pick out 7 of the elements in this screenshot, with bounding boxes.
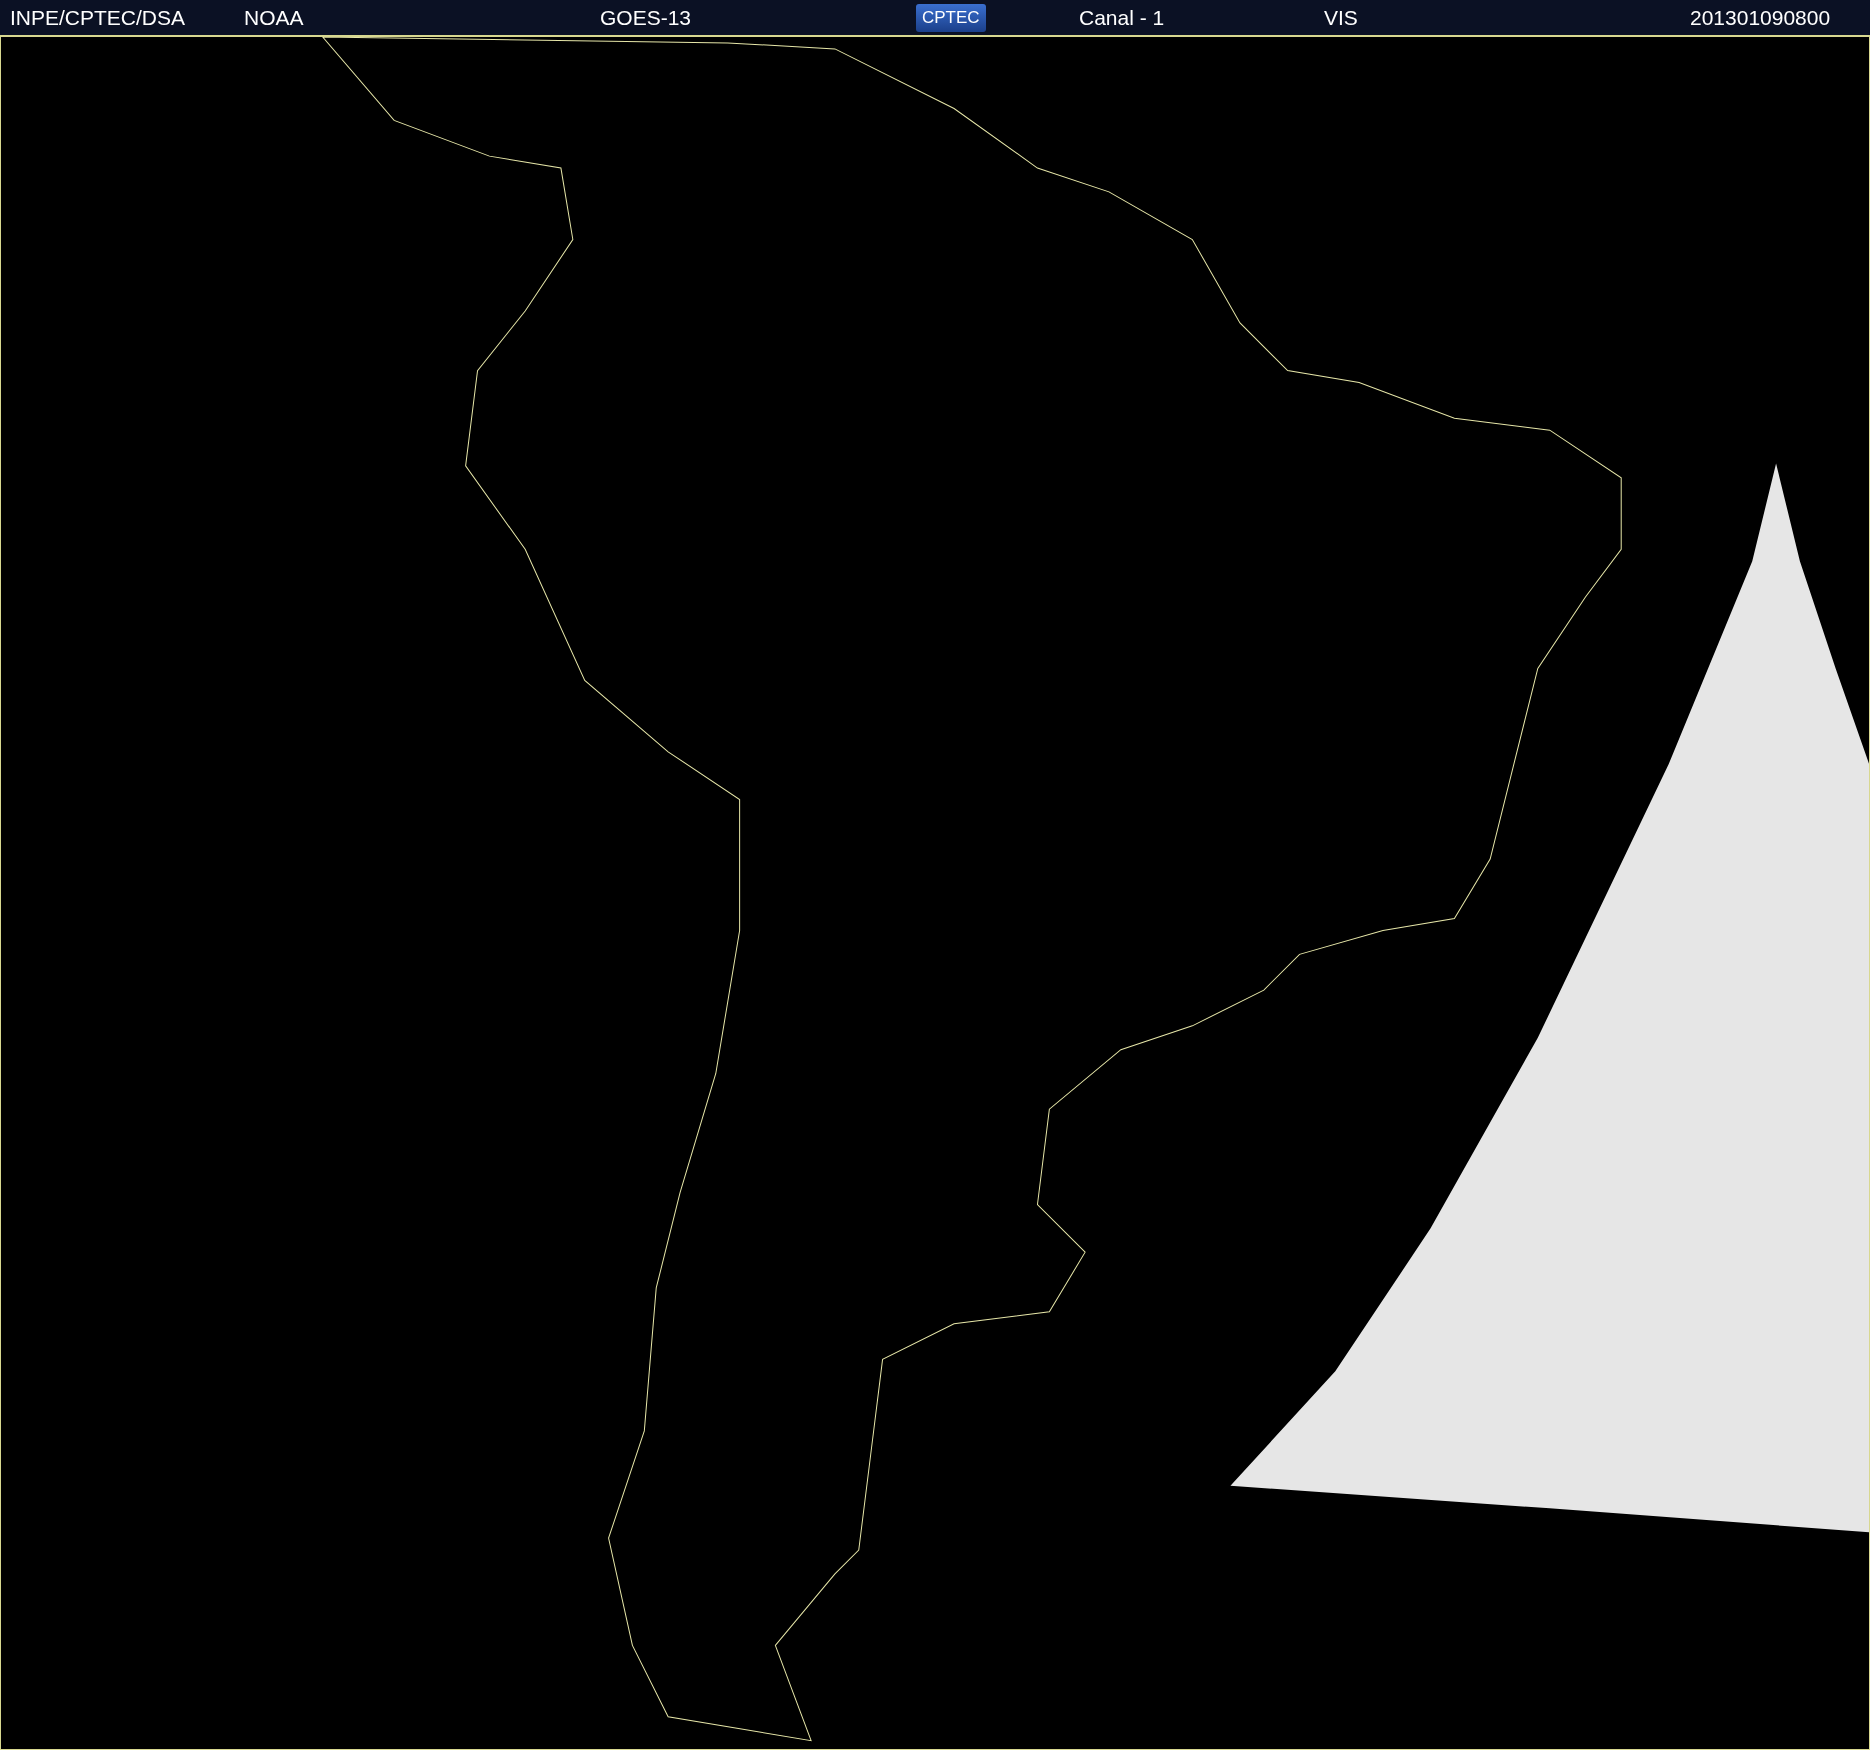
logo: CPTEC [916, 3, 986, 32]
header-label: NOAA [244, 5, 304, 30]
header-label: GOES-13 [600, 5, 692, 30]
header-label: INPE/CPTEC/DSA [10, 5, 186, 30]
header-label: VIS [1324, 5, 1358, 30]
header-label: Canal - 1 [1079, 5, 1165, 30]
header-label: 201301090800 [1690, 5, 1831, 30]
